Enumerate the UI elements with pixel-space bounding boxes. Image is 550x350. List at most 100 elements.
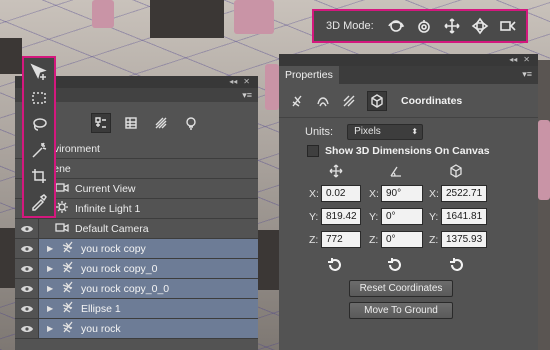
layer-name: Default Camera — [75, 222, 149, 235]
canvas-pink-cylinder — [538, 120, 550, 200]
canvas-dark-block — [150, 0, 224, 38]
show-dimensions-checkbox[interactable] — [307, 145, 319, 157]
canvas-dark-block — [538, 60, 550, 350]
rotation-angle-icon — [389, 164, 403, 178]
rotate-3d-icon[interactable] — [386, 16, 406, 36]
marquee-tool-icon[interactable] — [28, 88, 50, 108]
eyedropper-icon[interactable] — [28, 192, 50, 212]
visibility-eye-icon[interactable] — [15, 259, 39, 278]
position-z-field: Z: 772 — [309, 231, 361, 248]
panel-collapse-bar[interactable]: ◂◂ ✕ — [279, 54, 538, 66]
layer-row-mesh[interactable]: ▶ you rock — [15, 319, 258, 339]
filter-whole-scene-icon[interactable] — [91, 113, 111, 133]
roll-3d-icon[interactable] — [414, 16, 434, 36]
reset-coordinates-button[interactable]: Reset Coordinates — [349, 280, 453, 297]
scale-z-input[interactable]: 1375.93 — [441, 231, 487, 248]
expand-arrow-icon[interactable]: ▶ — [47, 324, 55, 333]
rotation-z-input[interactable]: 0° — [381, 231, 423, 248]
cap-icon[interactable] — [341, 93, 357, 109]
canvas-pink-cylinder — [92, 0, 114, 28]
units-select[interactable]: Pixels ⬍ — [347, 124, 424, 140]
visibility-eye-icon[interactable] — [15, 239, 39, 258]
axis-label-x: X: — [429, 187, 439, 200]
deform-icon[interactable] — [315, 93, 331, 109]
properties-header: Coordinates — [279, 84, 538, 118]
close-icon[interactable]: ✕ — [243, 78, 250, 86]
slide-3d-icon[interactable] — [470, 16, 490, 36]
axis-label-z: Z: — [309, 233, 319, 246]
magic-wand-icon[interactable] — [28, 140, 50, 160]
show-dimensions-checkbox-row[interactable]: Show 3D Dimensions On Canvas — [307, 145, 490, 157]
drag-3d-icon[interactable] — [442, 16, 462, 36]
expand-arrow-icon[interactable]: ▶ — [47, 304, 55, 313]
filter-materials-icon[interactable] — [151, 113, 171, 133]
layer-name: you rock copy — [81, 242, 146, 255]
mesh-icon — [61, 280, 75, 297]
light-icon — [55, 200, 69, 217]
scale-x-input[interactable]: 2522.71 — [441, 185, 487, 202]
checkbox-label: Show 3D Dimensions On Canvas — [325, 145, 490, 157]
layer-row-mesh[interactable]: ▶ you rock copy — [15, 239, 258, 259]
rotation-x-field: X: 90° — [369, 185, 423, 202]
layer-name: you rock copy_0 — [81, 262, 158, 275]
mesh-icon — [61, 260, 75, 277]
visibility-eye-icon[interactable] — [15, 219, 39, 238]
units-label: Units: — [305, 126, 334, 138]
move-to-ground-button[interactable]: Move To Ground — [349, 302, 453, 319]
camera-icon — [55, 220, 69, 237]
layer-name: you rock — [81, 322, 121, 335]
axis-label-x: X: — [369, 187, 379, 200]
move-tool-icon[interactable] — [28, 62, 50, 82]
reset-position-icon[interactable] — [325, 257, 345, 273]
tab-properties[interactable]: Properties — [279, 66, 339, 84]
visibility-eye-icon[interactable] — [15, 299, 39, 318]
visibility-eye-icon[interactable] — [15, 319, 39, 338]
layer-name: Current View — [75, 182, 136, 195]
collapse-icon[interactable]: ◂◂ — [229, 78, 237, 86]
mesh-props-icon[interactable] — [289, 93, 305, 109]
expand-arrow-icon[interactable]: ▶ — [47, 264, 55, 273]
collapse-icon[interactable]: ◂◂ — [509, 56, 517, 64]
layer-row-mesh[interactable]: ▶ Ellipse 1 — [15, 299, 258, 319]
layer-name: Ellipse 1 — [81, 302, 121, 315]
position-x-field: X: 0.02 — [309, 185, 361, 202]
mesh-icon — [61, 300, 75, 317]
panel-menu-icon[interactable]: ▾≡ — [522, 69, 532, 80]
3d-filter-bar — [57, 110, 258, 136]
position-move-icon — [329, 164, 343, 178]
layer-row-default-camera[interactable]: Default Camera — [15, 219, 258, 239]
canvas-dark-block — [258, 230, 279, 290]
scale-y-input[interactable]: 1641.81 — [441, 208, 487, 225]
layer-name: you rock copy_0_0 — [81, 282, 170, 295]
filter-meshes-icon[interactable] — [121, 113, 141, 133]
reset-rotation-icon[interactable] — [385, 257, 405, 273]
layer-row-mesh[interactable]: ▶ you rock copy_0_0 — [15, 279, 258, 299]
lasso-tool-icon[interactable] — [28, 114, 50, 134]
filter-lights-icon[interactable] — [181, 113, 201, 133]
canvas-dark-block — [0, 228, 15, 288]
coordinates-icon[interactable] — [367, 90, 387, 111]
expand-arrow-icon[interactable]: ▶ — [47, 284, 55, 293]
reset-scale-icon[interactable] — [447, 257, 467, 273]
layer-name: Infinite Light 1 — [75, 202, 141, 215]
3d-mode-label: 3D Mode: — [326, 20, 374, 32]
expand-arrow-icon[interactable]: ▶ — [47, 244, 55, 253]
axis-label-z: Z: — [369, 233, 379, 246]
scale-y-field: Y: 1641.81 — [429, 208, 487, 225]
crop-tool-icon[interactable] — [28, 166, 50, 186]
position-y-input[interactable]: 819.42 — [321, 208, 361, 225]
axis-label-y: Y: — [369, 210, 379, 223]
scale-3d-icon[interactable] — [498, 16, 518, 36]
mesh-icon — [61, 320, 75, 337]
layer-row-mesh[interactable]: ▶ you rock copy_0 — [15, 259, 258, 279]
rotation-x-input[interactable]: 90° — [381, 185, 423, 202]
position-x-input[interactable]: 0.02 — [321, 185, 361, 202]
canvas-dark-block — [0, 38, 22, 74]
scale-z-field: Z: 1375.93 — [429, 231, 487, 248]
position-z-input[interactable]: 772 — [321, 231, 361, 248]
properties-tab-row: Properties ▾≡ — [279, 66, 538, 84]
close-icon[interactable]: ✕ — [523, 56, 530, 64]
visibility-eye-icon[interactable] — [15, 279, 39, 298]
panel-menu-icon[interactable]: ▾≡ — [242, 90, 252, 101]
rotation-y-input[interactable]: 0° — [381, 208, 423, 225]
